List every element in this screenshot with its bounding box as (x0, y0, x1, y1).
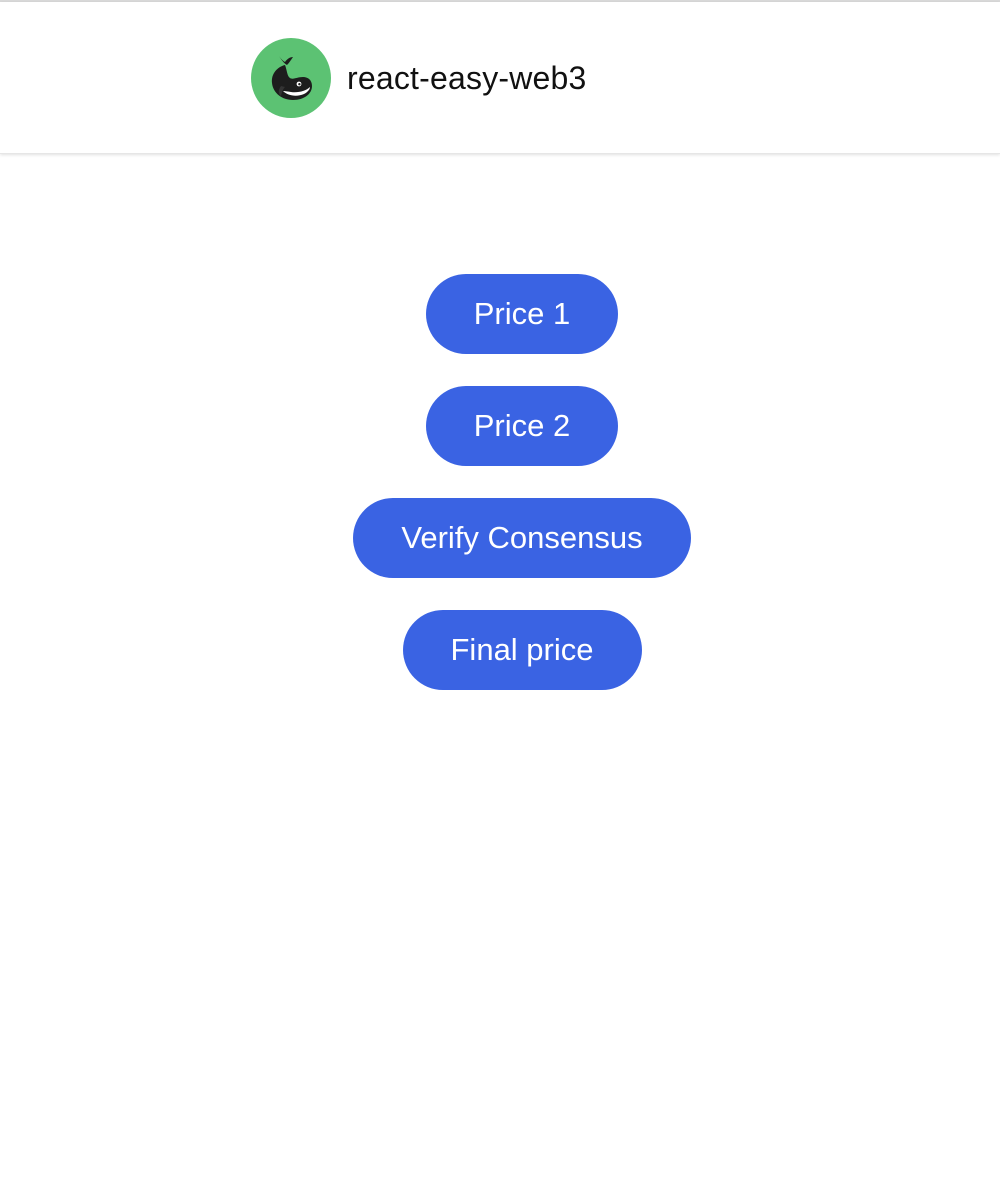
whale-icon (271, 56, 312, 100)
price-1-button[interactable]: Price 1 (425, 274, 619, 354)
verify-consensus-button[interactable]: Verify Consensus (353, 498, 691, 578)
price-2-button[interactable]: Price 2 (425, 386, 619, 466)
app-header: react-easy-web3 (0, 2, 1000, 154)
app-title: react-easy-web3 (347, 60, 587, 96)
logo[interactable] (251, 38, 331, 118)
button-stack: Price 1 Price 2 Verify Consensus Final p… (0, 274, 1000, 722)
final-price-button[interactable]: Final price (402, 610, 642, 690)
